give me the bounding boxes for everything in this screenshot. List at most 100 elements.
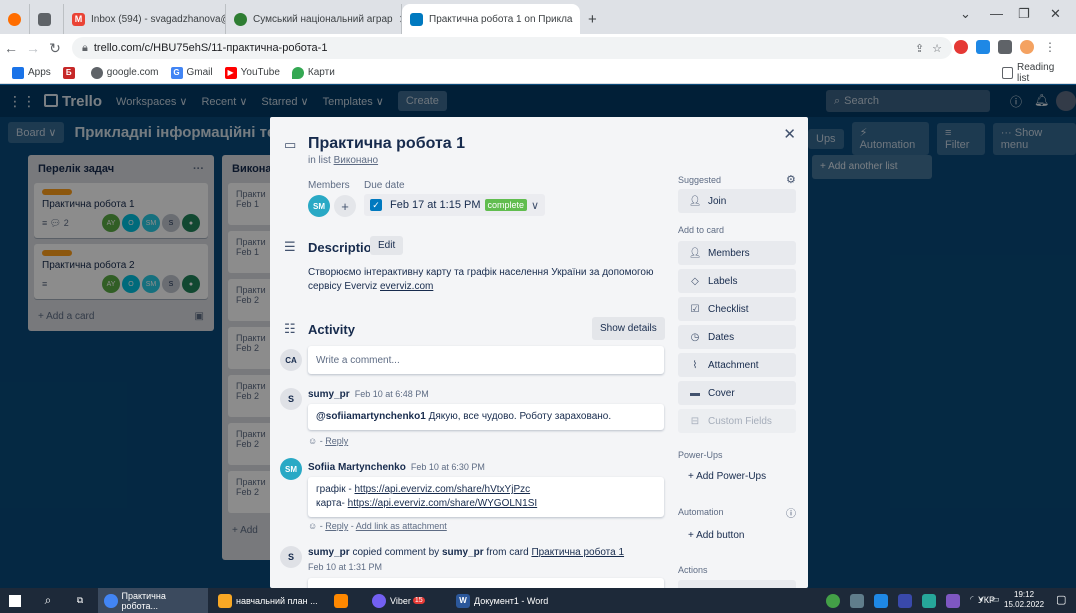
due-date-button[interactable]: ✓ Feb 17 at 1:15 PM complete ∨	[364, 194, 546, 216]
notifications-icon[interactable]: ▢	[1056, 593, 1066, 606]
taskbar-viber[interactable]: Viber 15	[366, 588, 446, 613]
card-title[interactable]: Практична робота 1	[308, 135, 465, 153]
tray-app-icon[interactable]	[922, 594, 936, 608]
description-link[interactable]: everviz.com	[380, 281, 433, 292]
youtube-icon: ▶	[224, 66, 237, 79]
list-link[interactable]: Виконано	[334, 155, 378, 166]
mention[interactable]: @sofiiamartynchenko1	[316, 411, 426, 422]
edit-description-button[interactable]: Edit	[370, 236, 404, 255]
map-link[interactable]: https://api.everviz.com/share/WYGOLN1SI	[348, 498, 538, 509]
browser-tab-trello[interactable]: Практична робота 1 on Прикла ✕	[402, 4, 580, 34]
tray-app-icon[interactable]	[850, 594, 864, 608]
card-link[interactable]: Практична робота 1	[531, 547, 624, 558]
reply-link[interactable]: Reply	[325, 521, 348, 531]
maximize-icon[interactable]: ❐	[1018, 6, 1030, 22]
new-tab-button[interactable]: +	[580, 4, 605, 34]
network-icon[interactable]: ◜	[970, 594, 974, 608]
site-icon: Б	[62, 66, 75, 79]
language-indicator[interactable]: УКР	[978, 595, 995, 605]
share-icon[interactable]: ⇪	[915, 42, 924, 55]
reload-icon[interactable]: ↻	[44, 40, 66, 57]
clock[interactable]: 19:12 15.02.2022	[1004, 590, 1044, 610]
search-icon[interactable]: ⌕	[34, 588, 62, 613]
avatar[interactable]: CA	[280, 349, 302, 371]
browser-tab-gmail[interactable]: M Inbox (594) - svagadzhanova@ ✕	[64, 4, 226, 34]
custom-fields-button[interactable]: ⊟ Custom Fields	[678, 409, 796, 433]
member-avatar[interactable]: SM	[308, 195, 330, 217]
opera-extension-icon[interactable]	[954, 40, 968, 54]
suggested-heading: Suggested	[678, 175, 722, 185]
emoji-icon[interactable]: ☺	[308, 436, 317, 446]
browser-tab-strip: M Inbox (594) - svagadzhanova@ ✕ Сумськи…	[0, 0, 1076, 34]
checklist-button[interactable]: ☑ Checklist	[678, 297, 796, 321]
bookmark-gmail[interactable]: G Gmail	[170, 66, 213, 79]
card-icon: ▭	[284, 137, 297, 152]
maps-pin-icon	[291, 66, 304, 79]
bookmark-youtube[interactable]: ▶ YouTube	[224, 66, 280, 79]
taskbar-vlc[interactable]	[328, 588, 362, 613]
google-icon: G	[170, 66, 183, 79]
browser-tab-snau[interactable]: Сумський національний аграр ✕	[226, 4, 402, 34]
chart-link[interactable]: https://api.everviz.com/share/hVtxYjPzc	[354, 484, 530, 495]
labels-button[interactable]: ◇ Labels	[678, 269, 796, 293]
url-input[interactable]: 🔒︎ trello.com/c/HBU75ehS/11-практична-ро…	[72, 37, 952, 59]
comment-actions: ☺ - Reply	[308, 436, 349, 446]
task-view-icon[interactable]: ⧉	[66, 588, 94, 613]
taskbar-word[interactable]: W Документ1 - Word	[450, 588, 570, 613]
info-icon[interactable]: ⓘ	[786, 505, 796, 520]
close-icon[interactable]: ✕	[783, 125, 796, 143]
profile-avatar[interactable]	[1020, 40, 1034, 54]
chrome-icon	[104, 593, 118, 608]
add-link-attachment[interactable]: Add link as attachment	[356, 521, 447, 531]
tray-app-icon[interactable]	[874, 594, 888, 608]
members-button[interactable]: 👤︎ Members	[678, 241, 796, 265]
description-text[interactable]: Створюємо інтерактивну карту та графік н…	[308, 266, 678, 294]
bookmark-google[interactable]: google.com	[90, 66, 159, 79]
activity-time[interactable]: Feb 10 at 1:31 PM	[308, 562, 382, 572]
powerups-heading: Power-Ups	[678, 450, 723, 460]
dates-button[interactable]: ◷ Dates	[678, 325, 796, 349]
gear-icon[interactable]: ⚙	[786, 173, 796, 186]
add-button-button[interactable]: + Add button	[678, 523, 796, 547]
avatar[interactable]: S	[280, 388, 302, 410]
trello-icon	[410, 12, 423, 26]
comment-input[interactable]: Write a comment...	[308, 346, 664, 374]
show-details-button[interactable]: Show details	[592, 317, 665, 340]
move-button[interactable]	[678, 580, 796, 588]
extensions-puzzle-icon[interactable]	[998, 40, 1012, 54]
avatar[interactable]: SM	[280, 458, 302, 480]
close-window-icon[interactable]: ✕	[1050, 6, 1061, 22]
reading-list-button[interactable]: Reading list	[1002, 62, 1064, 84]
bookmark-b[interactable]: Б	[62, 66, 79, 79]
browser-tab-group[interactable]	[30, 4, 64, 34]
taskbar-chrome[interactable]: Практична робота...	[98, 588, 208, 613]
windows-start-icon[interactable]	[0, 588, 30, 613]
cover-icon: ▬	[690, 387, 700, 399]
taskbar-file[interactable]: навчальний план ...	[212, 588, 324, 613]
back-icon[interactable]: ←	[0, 40, 22, 56]
windows-taskbar: ⌕ ⧉ Практична робота... навчальний план …	[0, 588, 1076, 613]
bookmark-star-icon[interactable]: ☆	[932, 42, 942, 55]
browser-tab-pinned[interactable]	[0, 4, 30, 34]
extension-icon[interactable]	[976, 40, 990, 54]
browser-menu-icon[interactable]: ⋮	[1044, 40, 1058, 54]
attachment-button[interactable]: ⌇ Attachment	[678, 353, 796, 377]
forward-icon[interactable]: →	[22, 40, 44, 56]
reply-link[interactable]: Reply	[325, 436, 348, 446]
minimize-icon[interactable]: —	[990, 6, 1003, 21]
description-icon: ☰	[284, 239, 296, 254]
tab-search-icon[interactable]: ⌄	[960, 6, 971, 22]
tray-app-icon[interactable]	[946, 594, 960, 608]
bookmark-apps[interactable]: Apps	[12, 66, 51, 79]
avatar[interactable]: S	[280, 546, 302, 568]
bookmark-maps[interactable]: Карти	[291, 66, 335, 79]
join-button[interactable]: 👤︎ Join	[678, 189, 796, 213]
cover-button[interactable]: ▬ Cover	[678, 381, 796, 405]
due-complete-checkbox[interactable]: ✓	[370, 199, 382, 211]
add-powerups-button[interactable]: + Add Power-Ups	[678, 464, 796, 488]
tray-app-icon[interactable]	[826, 594, 840, 608]
add-member-button[interactable]: +	[334, 195, 356, 217]
tray-app-icon[interactable]	[898, 594, 912, 608]
actions-heading: Actions	[678, 565, 708, 575]
emoji-icon[interactable]: ☺	[308, 521, 317, 531]
